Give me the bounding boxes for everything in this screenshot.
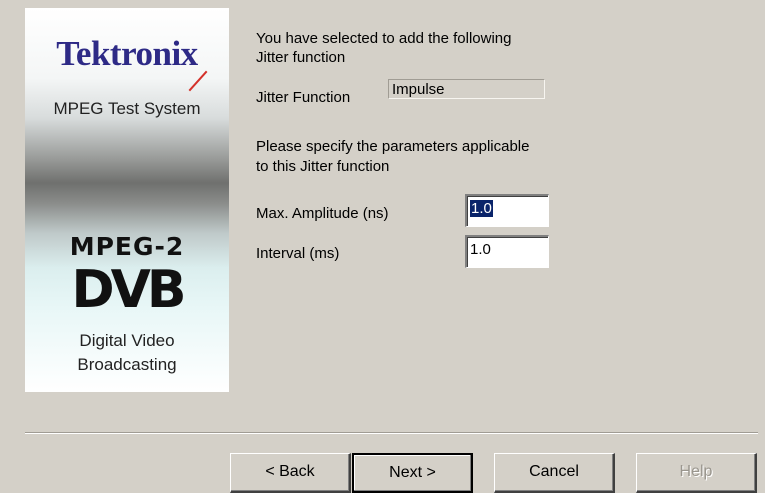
intro-text-line1: You have selected to add the following — [256, 30, 512, 47]
max-amplitude-input[interactable]: 1.0 — [465, 194, 549, 227]
interval-input[interactable]: 1.0 — [465, 235, 549, 268]
max-amplitude-value: 1.0 — [470, 200, 493, 217]
tektronix-logo: Tektronix — [56, 34, 198, 73]
jitter-function-wizard: Tektronix MPEG Test System MPEG-2 DVB Di… — [0, 0, 765, 493]
params-text-line2: to this Jitter function — [256, 158, 390, 175]
help-button[interactable]: Help — [636, 453, 757, 493]
product-banner: Tektronix MPEG Test System MPEG-2 DVB Di… — [25, 8, 229, 392]
separator — [25, 432, 758, 434]
interval-label: Interval (ms) — [256, 245, 340, 262]
back-button[interactable]: < Back — [230, 453, 351, 493]
next-button[interactable]: Next > — [352, 453, 473, 493]
dvb-logo: DVB — [71, 260, 186, 320]
params-text-line1: Please specify the parameters applicable — [256, 138, 530, 155]
cancel-button[interactable]: Cancel — [494, 453, 615, 493]
jitter-function-value: Impulse — [388, 79, 545, 99]
max-amplitude-label: Max. Amplitude (ns) — [256, 205, 389, 222]
mpeg2-logo: MPEG-2 — [69, 232, 185, 261]
system-title: MPEG Test System — [53, 99, 201, 118]
intro-text-line2: Jitter function — [256, 49, 346, 66]
dvb-caption-line2: Broadcasting — [77, 355, 177, 374]
dvb-caption-line1: Digital Video — [79, 331, 175, 350]
jitter-function-label: Jitter Function — [256, 89, 351, 106]
